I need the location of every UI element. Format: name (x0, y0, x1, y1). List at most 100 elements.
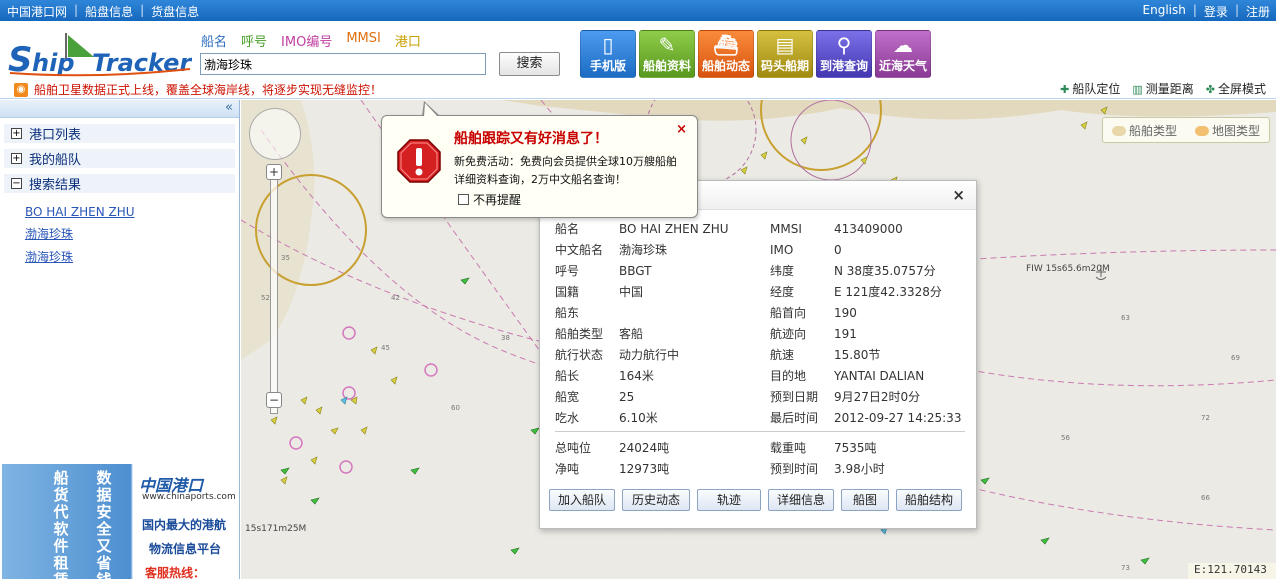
popup-tail-inner (424, 103, 438, 117)
map-label: 15s171m25M (245, 524, 306, 534)
chinaports-ad-banner[interactable]: 船货代软件租赁 数据安全又省钱 中国港口 www.chinaports.com … (2, 464, 236, 579)
close-icon[interactable]: × (952, 186, 965, 204)
svg-text:72: 72 (1201, 414, 1210, 422)
ship-structure-button[interactable]: 船舶结构 (896, 489, 963, 511)
arrival-query-button[interactable]: ⚲ 到港查询 (816, 30, 872, 78)
puzzle-icon: ✤ (1205, 83, 1215, 96)
layer-map-type[interactable]: 地图类型 (1194, 122, 1260, 139)
field-label: MMSI (770, 221, 802, 236)
field-label: 最后时间 (770, 411, 819, 425)
tab-ship-name[interactable]: 船名 (201, 31, 227, 50)
layer-map-type-label: 地图类型 (1211, 123, 1260, 138)
separator: | (140, 3, 145, 17)
search-input[interactable] (200, 53, 486, 75)
expand-icon[interactable]: + (11, 128, 22, 139)
result-item[interactable]: BO HAI ZHEN ZHU (25, 205, 239, 219)
collapse-panel-icon[interactable]: « (225, 100, 233, 115)
link-cargo-info[interactable]: 货盘信息 (151, 3, 199, 20)
ship-data-button[interactable]: ✎ 船舶资料 (639, 30, 695, 78)
link-english[interactable]: English (1143, 3, 1186, 20)
field-value: 24024吨 (619, 441, 670, 455)
shiptracker-logo[interactable]: S hip Tracker (8, 29, 192, 77)
stop-alert-icon (397, 139, 441, 183)
field-label: IMO (770, 242, 794, 257)
rss-icon: ◉ (14, 82, 28, 97)
dont-remind-checkbox[interactable]: 不再提醒 (458, 191, 521, 208)
satellite-notice[interactable]: ◉ 船舶卫星数据正式上线，覆盖全球海岸线，将逐步实现无缝监控！ (14, 81, 382, 98)
ship-dynamics-button[interactable]: ⛴ 船舶动态 (698, 30, 754, 78)
field-label: 航行状态 (555, 348, 604, 362)
link-ship-info[interactable]: 船盘信息 (85, 3, 133, 20)
tree-label: 港口列表 (29, 128, 82, 143)
field-value: 164米 (619, 369, 654, 383)
document-icon: ✎ (658, 33, 676, 57)
left-panel: « + 港口列表 + 我的船队 − 搜索结果 BO HAI ZHEN ZHU 渤… (0, 100, 240, 579)
field-value: 12973吨 (619, 462, 670, 476)
tree-port-list[interactable]: + 港口列表 (4, 124, 235, 143)
pan-control[interactable] (249, 108, 301, 160)
svg-text:63: 63 (1121, 314, 1130, 322)
link-login[interactable]: 登录 (1204, 3, 1228, 20)
info-row: 国籍 中国 经度 E 121度42.3328分 (555, 281, 965, 302)
field-label: 航迹向 (770, 327, 807, 341)
tab-mmsi[interactable]: MMSI (346, 31, 381, 50)
field-value: E 121度42.3328分 (834, 285, 942, 299)
tree-search-results[interactable]: − 搜索结果 (4, 174, 235, 193)
expand-icon[interactable]: + (11, 153, 22, 164)
svg-text:S: S (8, 40, 33, 77)
measure-distance-label: 测量距离 (1145, 82, 1194, 96)
field-label: 船宽 (555, 390, 580, 404)
mobile-version-label: 手机版 (589, 59, 626, 73)
mobile-version-button[interactable]: ▯ 手机版 (580, 30, 636, 78)
field-value: 客船 (619, 327, 644, 341)
pin-icon: ✚ (1060, 83, 1070, 96)
collapse-icon[interactable]: − (11, 178, 22, 189)
result-item[interactable]: 渤海珍珠 (25, 225, 239, 242)
measure-distance-tool[interactable]: ▥ 测量距离 (1132, 80, 1193, 97)
close-icon[interactable]: × (676, 122, 687, 137)
info-row: 吃水 6.10米 最后时间 2012-09-27 14:25:33 (555, 407, 965, 428)
checkbox-label: 不再提醒 (473, 193, 522, 207)
top-bar: 中国港口网 | 船盘信息 | 货盘信息 English | 登录 | 注册 (0, 0, 1276, 21)
field-label: 中文船名 (555, 243, 604, 257)
coastal-weather-button[interactable]: ☁ 近海天气 (875, 30, 931, 78)
magnifier-icon: ⚲ (836, 33, 852, 57)
checkbox-box[interactable] (458, 194, 469, 205)
coastal-weather-label: 近海天气 (878, 59, 927, 73)
field-value: 7535吨 (834, 441, 877, 455)
link-register[interactable]: 注册 (1246, 3, 1270, 20)
ship-plan-button[interactable]: 船图 (841, 489, 890, 511)
result-item[interactable]: 渤海珍珠 (25, 248, 239, 265)
field-value: 190 (834, 305, 857, 320)
zoom-in-button[interactable]: + (266, 164, 282, 180)
fullscreen-tool[interactable]: ✤ 全屏模式 (1206, 80, 1266, 97)
field-label: 船首向 (770, 306, 807, 320)
zoom-slider[interactable] (270, 164, 278, 414)
details-button[interactable]: 详细信息 (768, 489, 835, 511)
popup-title: 船舶跟踪又有好消息了！ (454, 131, 608, 147)
tab-imo[interactable]: IMO编号 (281, 31, 332, 50)
history-button[interactable]: 历史动态 (622, 489, 691, 511)
tab-call-sign[interactable]: 呼号 (241, 31, 267, 50)
zoom-out-button[interactable]: − (266, 392, 282, 408)
top-links-left: 中国港口网 | 船盘信息 | 货盘信息 (7, 3, 199, 20)
arrival-query-label: 到港查询 (819, 59, 868, 73)
layer-ship-type[interactable]: 船舶类型 (1111, 122, 1177, 139)
separator: | (1234, 3, 1239, 17)
berth-schedule-button[interactable]: ▤ 码头船期 (757, 30, 813, 78)
ship-data-label: 船舶资料 (642, 59, 691, 73)
fleet-locate-tool[interactable]: ✚ 船队定位 (1060, 80, 1120, 97)
notice-text: 船舶卫星数据正式上线，覆盖全球海岸线，将逐步实现无缝监控！ (34, 83, 383, 97)
header: S hip Tracker 船名 呼号 IMO编号 MMSI 港口 搜索 ▯ 手… (0, 21, 1276, 99)
link-chinaports[interactable]: 中国港口网 (7, 3, 67, 20)
field-value: 191 (834, 326, 857, 341)
search-button[interactable]: 搜索 (499, 52, 560, 76)
track-button[interactable]: 轨迹 (697, 489, 762, 511)
tab-port[interactable]: 港口 (395, 31, 421, 50)
top-links-right: English | 登录 | 注册 (1143, 3, 1270, 20)
info-row: 船宽 25 预到日期 9月27日2时0分 (555, 386, 965, 407)
map-tools: ✚ 船队定位 ▥ 测量距离 ✤ 全屏模式 (1060, 80, 1266, 97)
add-to-fleet-button[interactable]: 加入船队 (549, 489, 616, 511)
tree-my-fleet[interactable]: + 我的船队 (4, 149, 235, 168)
berth-schedule-label: 码头船期 (760, 59, 809, 73)
